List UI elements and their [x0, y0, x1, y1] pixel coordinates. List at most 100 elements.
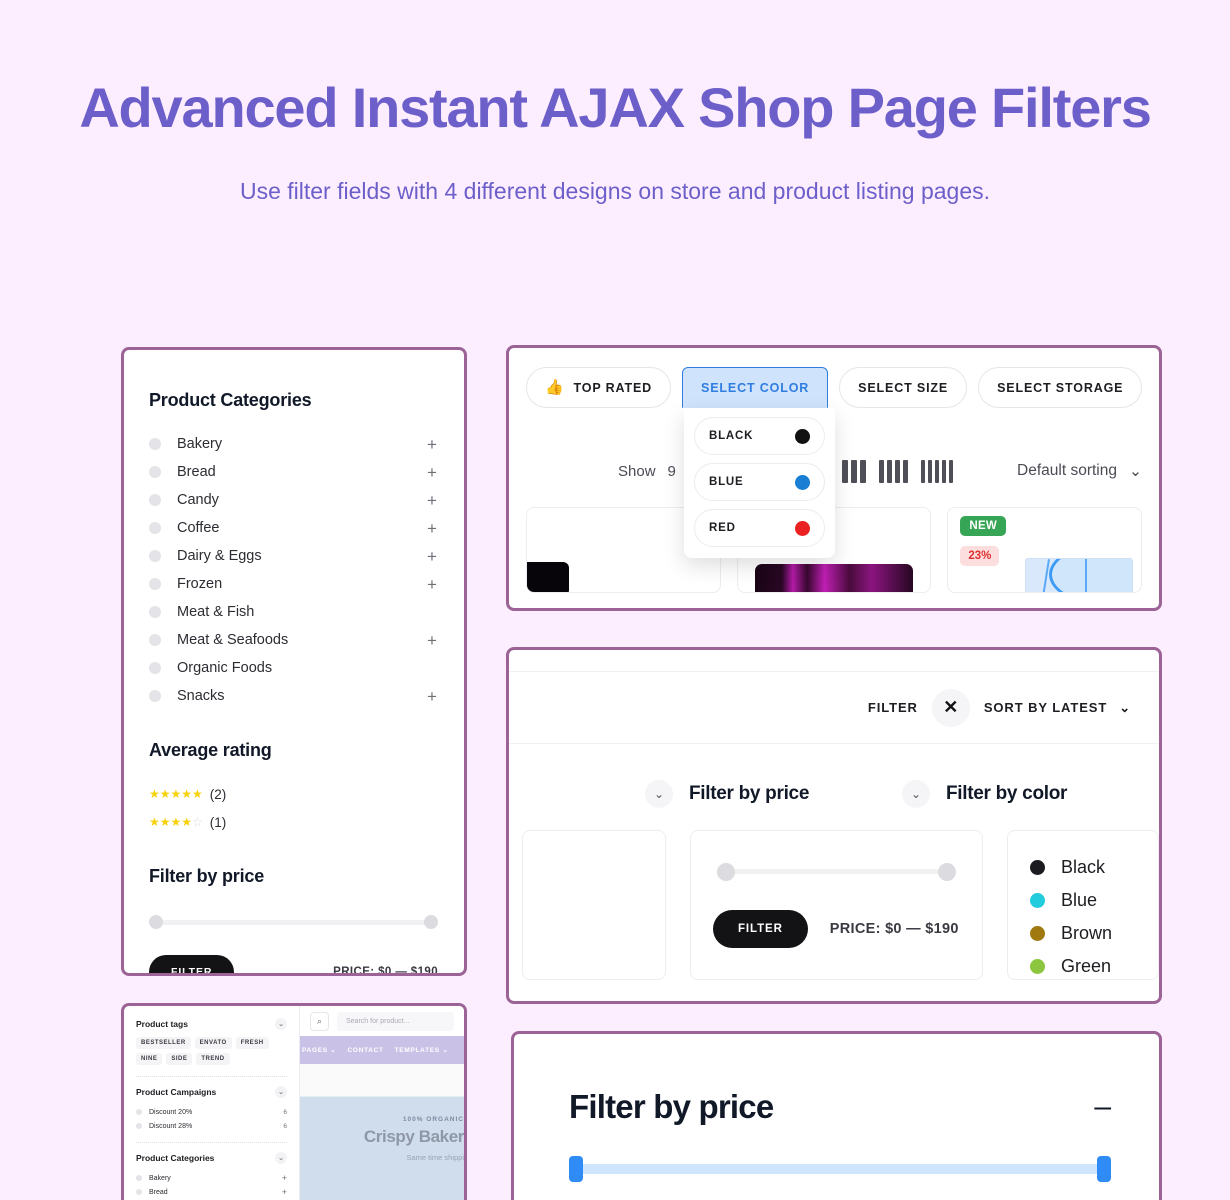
price-range-label: PRICE: $0 — $190 [333, 966, 438, 976]
page-root: Advanced Instant AJAX Shop Page Filters … [0, 0, 1230, 1200]
mini-category-bread[interactable]: Bread + [136, 1185, 287, 1199]
page-title: Advanced Instant AJAX Shop Page Filters [79, 76, 1152, 139]
expand-plus-icon[interactable]: + [282, 1173, 287, 1183]
sidebar-item-meat-fish[interactable]: Meat & Fish [149, 598, 438, 626]
sort-by-latest-select[interactable]: SORT BY LATEST ⌄ [984, 700, 1131, 716]
sorting-select[interactable]: Default sorting ⌄ [1017, 462, 1142, 481]
show-count[interactable]: 9 [668, 463, 676, 480]
expand-plus-icon[interactable]: + [426, 492, 438, 509]
color-filter-blue[interactable]: Blue [1030, 884, 1158, 917]
divider [136, 1076, 287, 1077]
color-label: Brown [1061, 923, 1113, 943]
sidebar-item-bakery[interactable]: Bakery + [149, 430, 438, 458]
nav-item-pages[interactable]: PAGES ⌄ [302, 1046, 336, 1054]
category-label: Dairy & Eggs [177, 548, 262, 564]
color-option-black[interactable]: BLACK [694, 417, 825, 455]
bullet-icon [149, 662, 161, 674]
rating-filter-5[interactable]: ★★★★★ (2) [149, 780, 438, 808]
color-filter-black[interactable]: Black [1030, 851, 1158, 884]
slider-handle-min[interactable] [569, 1156, 583, 1182]
chevron-down-icon[interactable]: ⌄ [275, 1086, 287, 1098]
slider-track [579, 1164, 1101, 1174]
horizontal-filter-panel: FILTER ✕ SORT BY LATEST ⌄ ⌄ Filter by pr… [506, 647, 1162, 1004]
chip-top-rated[interactable]: 👍 TOP RATED [526, 367, 672, 408]
expand-plus-icon[interactable]: + [426, 688, 438, 705]
expand-plus-icon[interactable]: + [426, 576, 438, 593]
preview-eyebrow: 100% ORGANIC [402, 1116, 464, 1123]
price-range-slider[interactable] [717, 863, 956, 881]
expand-plus-icon[interactable]: + [426, 436, 438, 453]
nav-item-contact[interactable]: CONTACT [347, 1047, 383, 1054]
color-label: Blue [1061, 890, 1098, 910]
slider-handle-min[interactable] [717, 863, 735, 881]
columns-4-icon[interactable] [878, 459, 908, 483]
filter-button[interactable]: FILTER [149, 955, 235, 973]
slider-handle-min[interactable] [149, 915, 163, 929]
campaign-item-discount-28[interactable]: Discount 28% 6 [136, 1119, 287, 1133]
color-option-red[interactable]: RED [694, 509, 825, 547]
mini-category-bakery[interactable]: Bakery + [136, 1171, 287, 1185]
sidebar-item-bread[interactable]: Bread + [149, 458, 438, 486]
slider-track [149, 920, 438, 925]
search-input[interactable]: Search for product... [337, 1011, 454, 1031]
product-card[interactable]: NEW 23% [947, 507, 1143, 593]
sidebar-item-meat-seafoods[interactable]: Meat & Seafoods + [149, 626, 438, 654]
price-range-slider[interactable] [569, 1156, 1111, 1182]
color-filter-green[interactable]: Green [1030, 950, 1158, 983]
color-option-label: BLUE [709, 476, 744, 488]
sorting-value: Default sorting [1017, 462, 1117, 479]
filter-by-price-title: Filter by price [569, 1088, 774, 1125]
sidebar-item-dairy-eggs[interactable]: Dairy & Eggs + [149, 542, 438, 570]
sidebar-item-snacks[interactable]: Snacks + [149, 682, 438, 710]
slider-handle-max[interactable] [938, 863, 956, 881]
color-filter-brown[interactable]: Brown [1030, 917, 1158, 950]
slider-handle-max[interactable] [1097, 1156, 1111, 1182]
category-label: Bread [177, 464, 216, 480]
preview-search-bar: ⌕ Search for product... [300, 1006, 464, 1036]
heading-title: Filter by price [689, 783, 810, 804]
slider-handle-max[interactable] [424, 915, 438, 929]
expand-plus-icon[interactable]: + [426, 464, 438, 481]
sidebar-item-candy[interactable]: Candy + [149, 486, 438, 514]
chip-label: TOP RATED [573, 380, 653, 395]
color-swatch-red [795, 520, 810, 536]
columns-5-icon[interactable] [920, 459, 953, 483]
search-filter-icon[interactable]: ⌕ [310, 1011, 329, 1031]
expand-plus-icon[interactable]: + [282, 1187, 287, 1197]
price-range-slider[interactable] [149, 915, 438, 929]
columns-3-icon[interactable] [841, 459, 866, 483]
sidebar-item-coffee[interactable]: Coffee + [149, 514, 438, 542]
price-range-label: PRICE: $0 — $190 [829, 921, 959, 937]
tag-bestseller[interactable]: BESTSELLER [136, 1037, 191, 1049]
rating-count: (1) [209, 814, 227, 830]
chip-select-size[interactable]: SELECT SIZE [839, 367, 968, 408]
expand-plus-icon[interactable]: + [426, 548, 438, 565]
close-icon[interactable]: ✕ [931, 688, 970, 727]
tag-trend[interactable]: TREND [196, 1053, 230, 1065]
divider [136, 1142, 287, 1143]
chevron-down-icon[interactable]: ⌄ [275, 1018, 287, 1030]
chip-select-storage[interactable]: SELECT STORAGE [978, 367, 1143, 408]
heading-filter-by-price: ⌄ Filter by price [645, 780, 902, 808]
color-swatch-green [1030, 959, 1045, 974]
nav-item-templates[interactable]: TEMPLATES ⌄ [395, 1046, 449, 1054]
tag-nine[interactable]: NINE [136, 1053, 163, 1065]
sidebar-item-frozen[interactable]: Frozen + [149, 570, 438, 598]
product-tag-list: BESTSELLER ENVATO FRESH NINE SIDE TREND [136, 1037, 287, 1065]
tag-envato[interactable]: ENVATO [194, 1037, 232, 1049]
chevron-down-icon[interactable]: ⌄ [902, 780, 930, 808]
chip-select-color[interactable]: SELECT COLOR [682, 367, 829, 408]
chevron-down-icon[interactable]: ⌄ [275, 1152, 287, 1164]
campaign-item-discount-20[interactable]: Discount 20% 6 [136, 1105, 287, 1119]
filter-button[interactable]: FILTER [713, 910, 808, 948]
rating-filter-4[interactable]: ★★★★☆ (1) [149, 808, 438, 836]
tag-fresh[interactable]: FRESH [235, 1037, 269, 1049]
sidebar-item-organic-foods[interactable]: Organic Foods [149, 654, 438, 682]
color-option-blue[interactable]: BLUE [694, 463, 825, 501]
expand-plus-icon[interactable]: + [426, 520, 438, 537]
chevron-down-icon[interactable]: ⌄ [645, 780, 673, 808]
collapse-minus-icon[interactable]: – [1094, 1092, 1111, 1122]
product-thumb-blue-imac [1025, 558, 1134, 592]
tag-side[interactable]: SIDE [166, 1053, 193, 1065]
expand-plus-icon[interactable]: + [426, 632, 438, 649]
